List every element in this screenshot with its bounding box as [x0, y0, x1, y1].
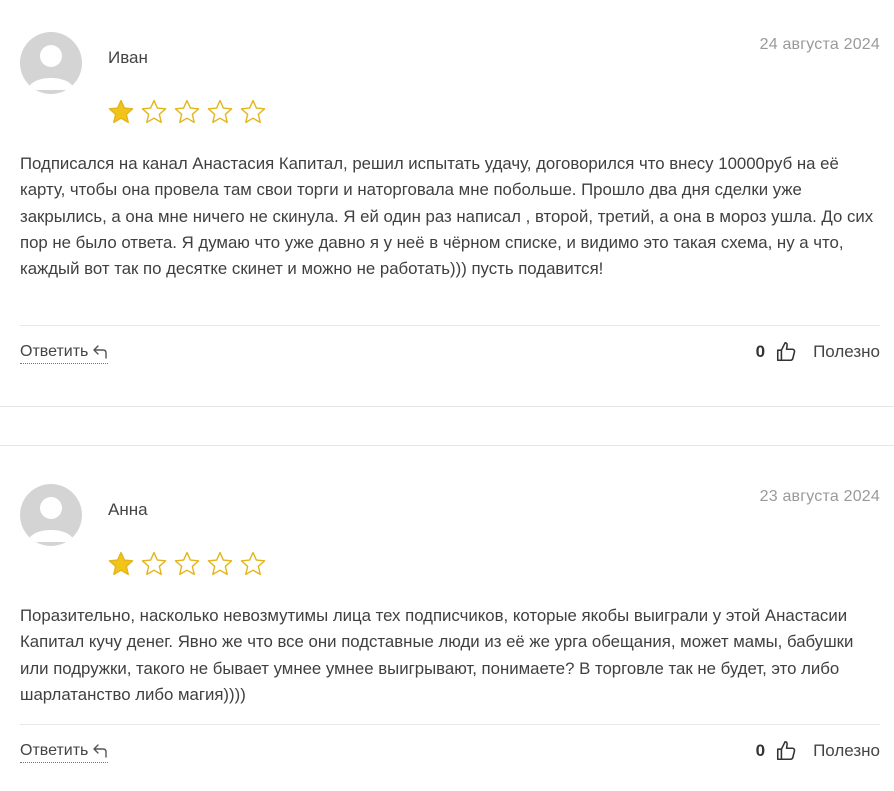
section-separator	[0, 445, 894, 446]
reply-button[interactable]: Ответить	[20, 343, 109, 364]
review-text: Поразительно, насколько невозмутимы лица…	[20, 606, 854, 704]
helpful-votes: 0 Полезно	[756, 341, 880, 363]
like-count: 0	[755, 741, 766, 760]
star-empty-icon	[140, 550, 168, 578]
avatar	[20, 32, 82, 94]
reply-arrow-icon	[92, 744, 108, 758]
review-text: Подписался на канал Анастасия Капитал, р…	[20, 154, 874, 279]
reply-button[interactable]: Ответить	[20, 742, 109, 763]
rating-stars	[107, 550, 267, 578]
avatar	[20, 484, 82, 546]
divider	[20, 724, 880, 725]
review-author: Анна	[108, 500, 148, 519]
like-count: 0	[755, 342, 766, 361]
star-empty-icon	[239, 550, 267, 578]
review-date: 23 августа 2024	[759, 488, 880, 505]
reply-label: Ответить	[20, 343, 89, 360]
review-card: Иван 24 августа 2024 Подписался на канал…	[0, 0, 894, 406]
user-placeholder-icon	[28, 497, 74, 542]
star-filled-icon	[107, 550, 135, 578]
useful-label: Полезно	[813, 342, 880, 361]
reply-label: Ответить	[20, 742, 89, 759]
thumbs-up-icon[interactable]	[775, 341, 797, 363]
star-empty-icon	[206, 550, 234, 578]
review-date: 24 августа 2024	[759, 36, 880, 53]
star-empty-icon	[239, 98, 267, 126]
useful-label: Полезно	[813, 741, 880, 760]
section-separator	[0, 406, 894, 407]
star-empty-icon	[206, 98, 234, 126]
helpful-votes: 0 Полезно	[756, 740, 880, 762]
review-author: Иван	[108, 48, 148, 67]
reply-arrow-icon	[92, 345, 108, 359]
review-card: Анна 23 августа 2024 Поразительно, наско…	[0, 452, 894, 791]
star-empty-icon	[173, 550, 201, 578]
user-placeholder-icon	[28, 45, 74, 90]
rating-stars	[107, 98, 267, 126]
divider	[20, 325, 880, 326]
star-filled-icon	[107, 98, 135, 126]
star-empty-icon	[140, 98, 168, 126]
star-empty-icon	[173, 98, 201, 126]
thumbs-up-icon[interactable]	[775, 740, 797, 762]
